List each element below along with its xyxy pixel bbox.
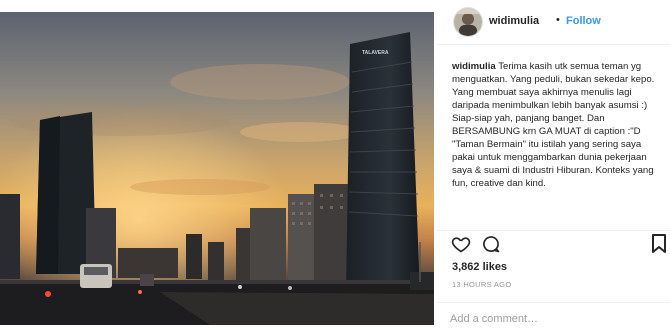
- post-sidebar: widimulia • Follow widimulia Terima kasi…: [437, 0, 670, 335]
- city-skyline-sunset-image: TALAVERA: [0, 12, 434, 325]
- post-caption: widimulia Terima kasih utk semua teman y…: [452, 60, 666, 190]
- caption-text-2: Yang membuat saya akhirnya menulis lagi …: [452, 87, 654, 189]
- avatar-image: [454, 8, 482, 36]
- post-actions: [437, 230, 670, 259]
- follow-button[interactable]: Follow: [566, 15, 601, 27]
- instagram-post: TALAVERA widimulia • Follow widimulia Te…: [0, 0, 670, 335]
- comment-box: [437, 302, 670, 336]
- post-timestamp[interactable]: 13 HOURS AGO: [452, 280, 511, 289]
- building-sign: TALAVERA: [362, 50, 389, 56]
- comment-icon[interactable]: [481, 234, 501, 254]
- heart-icon[interactable]: [451, 234, 471, 254]
- likes-count[interactable]: 3,862 likes: [452, 261, 507, 273]
- comment-input[interactable]: [450, 310, 660, 328]
- post-photo[interactable]: TALAVERA: [0, 12, 434, 325]
- bookmark-icon[interactable]: [651, 234, 667, 254]
- caption-paragraph-1: widimulia Terima kasih utk semua teman y…: [452, 60, 666, 86]
- avatar[interactable]: [453, 7, 483, 37]
- separator-dot: •: [556, 14, 560, 26]
- caption-username[interactable]: widimulia: [452, 61, 496, 72]
- post-header: widimulia • Follow: [437, 0, 670, 45]
- header-username[interactable]: widimulia: [489, 15, 539, 27]
